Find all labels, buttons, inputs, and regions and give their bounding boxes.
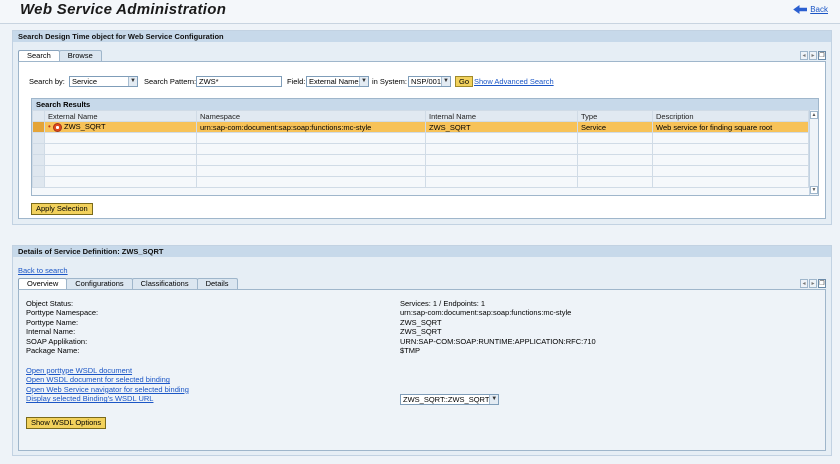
search-tab-nav: ◂ ▸ ❐ (800, 51, 826, 60)
search-by-label: Search by: (29, 77, 65, 86)
apply-selection-button[interactable]: Apply Selection (31, 203, 93, 215)
label-porttype-namespace: Porttype Namespace: (26, 308, 99, 318)
table-row[interactable]: • ZWS_SQRT urn:sap-com:document:sap:soap… (32, 121, 809, 133)
open-binding-wsdl-link[interactable]: Open WSDL document for selected binding (26, 375, 189, 384)
prev-tab-icon[interactable]: ◂ (800, 51, 808, 60)
open-porttype-wsdl-link[interactable]: Open porttype WSDL document (26, 366, 189, 375)
search-tab-body: Search by: Service ▼ Search Pattern: ZWS… (18, 61, 826, 219)
system-value: NSP/001 (411, 77, 442, 86)
external-name-text: ZWS_SQRT (64, 122, 106, 132)
field-select[interactable]: External Name ▼ (306, 76, 369, 87)
binding-select[interactable]: ZWS_SQRT::ZWS_SQRT ▼ (400, 394, 499, 405)
value-object-status: Services: 1 / Endpoints: 1 (400, 299, 486, 308)
column-type[interactable]: Type (577, 110, 653, 122)
results-scrollbar[interactable]: ▲ ▼ (809, 110, 818, 195)
back-arrow-icon (793, 5, 808, 14)
value-internal-name: ZWS_SQRT (400, 327, 442, 337)
cell-description: Web service for finding square root (652, 121, 809, 133)
label-package-name: Package Name: (26, 346, 80, 356)
tab-list-icon[interactable]: ❐ (818, 279, 826, 288)
detail-values: Services: 1 / Endpoints: 1 urn:sap-com:d… (400, 299, 596, 355)
value-soap-application: URN:SAP-COM:SOAP:RUNTIME:APPLICATION:RFC… (400, 336, 596, 346)
search-tabs: Search Browse (18, 50, 102, 61)
search-panel: Search Design Time object for Web Servic… (12, 30, 832, 225)
label-object-status: Object Status: (26, 299, 74, 308)
system-select[interactable]: NSP/001 ▼ (408, 76, 451, 87)
table-row (32, 176, 809, 188)
pattern-input[interactable]: ZWS* (196, 76, 282, 87)
cell-external-name: • ZWS_SQRT (44, 121, 197, 133)
label-soap-application: SOAP Applikation: (26, 336, 88, 346)
column-internal-name[interactable]: Internal Name (425, 110, 578, 122)
wsdl-links: Open porttype WSDL document Open WSDL do… (26, 366, 189, 404)
details-tab-nav: ◂ ▸ ❐ (800, 279, 826, 288)
scroll-down-icon[interactable]: ▼ (810, 186, 818, 194)
table-row (32, 143, 809, 155)
search-by-select[interactable]: Service ▼ (69, 76, 138, 87)
go-button[interactable]: Go (455, 76, 474, 87)
tab-list-icon[interactable]: ❐ (818, 51, 826, 60)
next-tab-icon[interactable]: ▸ (809, 279, 817, 288)
field-label: Field: (287, 77, 306, 86)
details-panel-title: Details of Service Definition: ZWS_SQRT (13, 246, 831, 257)
open-ws-navigator-link[interactable]: Open Web Service navigator for selected … (26, 385, 189, 394)
results-table: External Name Namespace Internal Name Ty… (32, 110, 809, 188)
details-tab-body: Object Status: Porttype Namespace: Portt… (18, 289, 826, 451)
search-by-value: Service (72, 77, 98, 86)
back-link[interactable]: Back (793, 5, 828, 14)
show-wsdl-options-button[interactable]: Show WSDL Options (26, 417, 107, 429)
tab-configurations[interactable]: Configurations (66, 278, 133, 289)
column-external-name[interactable]: External Name (44, 110, 197, 122)
next-tab-icon[interactable]: ▸ (809, 51, 817, 60)
value-porttype-name: ZWS_SQRT (400, 317, 442, 327)
column-namespace[interactable]: Namespace (196, 110, 426, 122)
search-results: Search Results External Name Namespace I… (31, 98, 819, 196)
prev-tab-icon[interactable]: ◂ (800, 279, 808, 288)
row-selector-header[interactable] (32, 110, 45, 122)
chevron-down-icon: ▼ (441, 77, 450, 86)
tab-browse[interactable]: Browse (58, 50, 102, 61)
binding-value: ZWS_SQRT::ZWS_SQRT (403, 395, 490, 404)
details-panel: Details of Service Definition: ZWS_SQRT … (12, 245, 832, 456)
cell-namespace: urn:sap-com:document:sap:soap:functions:… (196, 121, 426, 133)
chevron-down-icon: ▼ (359, 77, 368, 86)
value-package-name: $TMP (400, 346, 421, 356)
detail-labels: Object Status: Porttype Namespace: Portt… (26, 299, 98, 355)
label-porttype-name: Porttype Name: (26, 317, 79, 327)
value-porttype-namespace: urn:sap-com:document:sap:soap:functions:… (400, 308, 572, 318)
table-row (32, 132, 809, 144)
bullet-icon: • (48, 122, 51, 132)
table-header-row: External Name Namespace Internal Name Ty… (32, 110, 809, 122)
details-tabs: Overview Configurations Classifications … (18, 278, 238, 289)
tab-overview[interactable]: Overview (18, 278, 68, 289)
tab-classifications[interactable]: Classifications (131, 278, 198, 289)
table-row (32, 165, 809, 177)
row-selector[interactable] (32, 121, 45, 133)
results-title: Search Results (32, 99, 818, 110)
field-value: External Name (309, 77, 359, 86)
service-status-icon (52, 122, 62, 132)
back-to-search-link[interactable]: Back to search (18, 266, 68, 275)
chevron-down-icon: ▼ (128, 77, 137, 86)
back-link-label: Back (810, 5, 828, 14)
display-wsdl-url-link[interactable]: Display selected Binding's WSDL URL (26, 394, 189, 403)
chevron-down-icon: ▼ (489, 395, 498, 404)
scroll-up-icon[interactable]: ▲ (810, 111, 818, 119)
table-row (32, 154, 809, 166)
pattern-label: Search Pattern: (144, 77, 197, 86)
tab-details[interactable]: Details (196, 278, 238, 289)
cell-type: Service (577, 121, 653, 133)
system-label: in System: (372, 77, 408, 86)
column-description[interactable]: Description (652, 110, 809, 122)
advanced-search-link[interactable]: Show Advanced Search (474, 77, 554, 86)
tab-search[interactable]: Search (18, 50, 60, 61)
label-internal-name: Internal Name: (26, 327, 76, 337)
cell-internal-name: ZWS_SQRT (425, 121, 578, 133)
search-panel-title: Search Design Time object for Web Servic… (13, 31, 831, 42)
page-title: Web Service Administration (20, 1, 227, 18)
